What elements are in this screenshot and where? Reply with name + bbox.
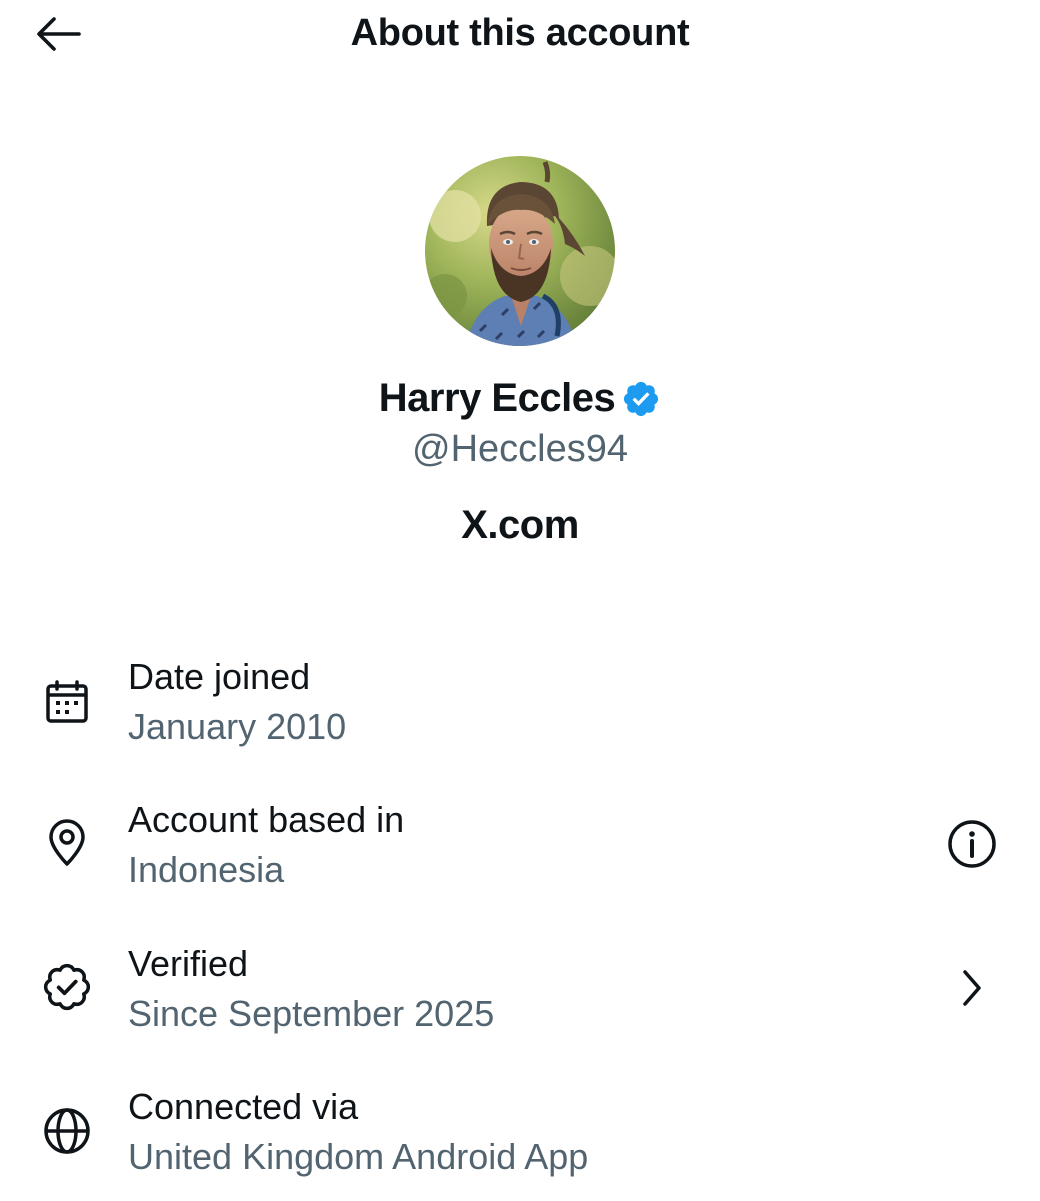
page-title: About this account bbox=[350, 12, 690, 54]
info-row-connected-via: Connected via United Kingdom Android App bbox=[0, 1081, 1040, 1201]
account-based-in-value: Indonesia bbox=[128, 849, 285, 890]
avatar[interactable] bbox=[425, 156, 615, 346]
profile-name: Harry Eccles bbox=[0, 376, 1040, 421]
verified-value: Since September 2025 bbox=[128, 993, 495, 1034]
verified-label: Verified bbox=[128, 943, 249, 984]
info-row-date-joined: Date joined January 2010 bbox=[0, 650, 1040, 770]
date-joined-value: January 2010 bbox=[128, 706, 347, 747]
info-button[interactable] bbox=[944, 816, 1000, 872]
location-pin-icon bbox=[40, 816, 94, 870]
profile-name-text: Harry Eccles bbox=[378, 376, 616, 420]
info-row-verified[interactable]: Verified Since September 2025 bbox=[0, 938, 1040, 1058]
domain-label: X.com bbox=[461, 503, 579, 547]
account-based-in-label: Account based in bbox=[128, 799, 405, 840]
calendar-icon bbox=[40, 675, 94, 729]
verified-chevron-button[interactable] bbox=[944, 960, 1000, 1016]
info-row-account-based-in: Account based in Indonesia bbox=[0, 794, 1040, 914]
globe-icon bbox=[40, 1104, 94, 1158]
connected-via-value: United Kingdom Android App bbox=[128, 1136, 589, 1177]
avatar-image bbox=[425, 156, 615, 346]
chevron-right-icon bbox=[963, 970, 981, 1006]
verified-badge-icon[interactable] bbox=[621, 379, 661, 419]
verified-outline-icon bbox=[40, 960, 94, 1014]
connected-via-label: Connected via bbox=[128, 1086, 359, 1127]
date-joined-label: Date joined bbox=[128, 656, 311, 697]
top-bar: About this account bbox=[0, 0, 1040, 70]
info-icon bbox=[948, 820, 996, 868]
profile-handle: @Heccles94 bbox=[412, 428, 628, 470]
